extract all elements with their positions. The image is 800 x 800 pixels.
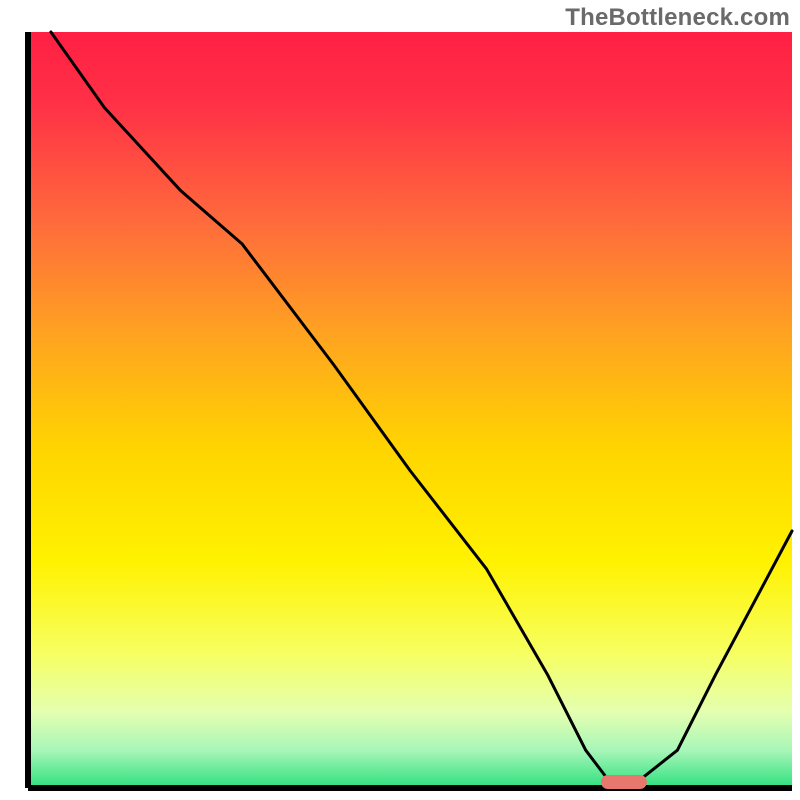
- gradient-background: [28, 32, 792, 788]
- plot-area: [28, 32, 792, 789]
- bottleneck-chart: [0, 0, 800, 800]
- watermark-text: TheBottleneck.com: [565, 4, 790, 32]
- chart-container: TheBottleneck.com: [0, 0, 800, 800]
- optimal-marker: [601, 775, 647, 789]
